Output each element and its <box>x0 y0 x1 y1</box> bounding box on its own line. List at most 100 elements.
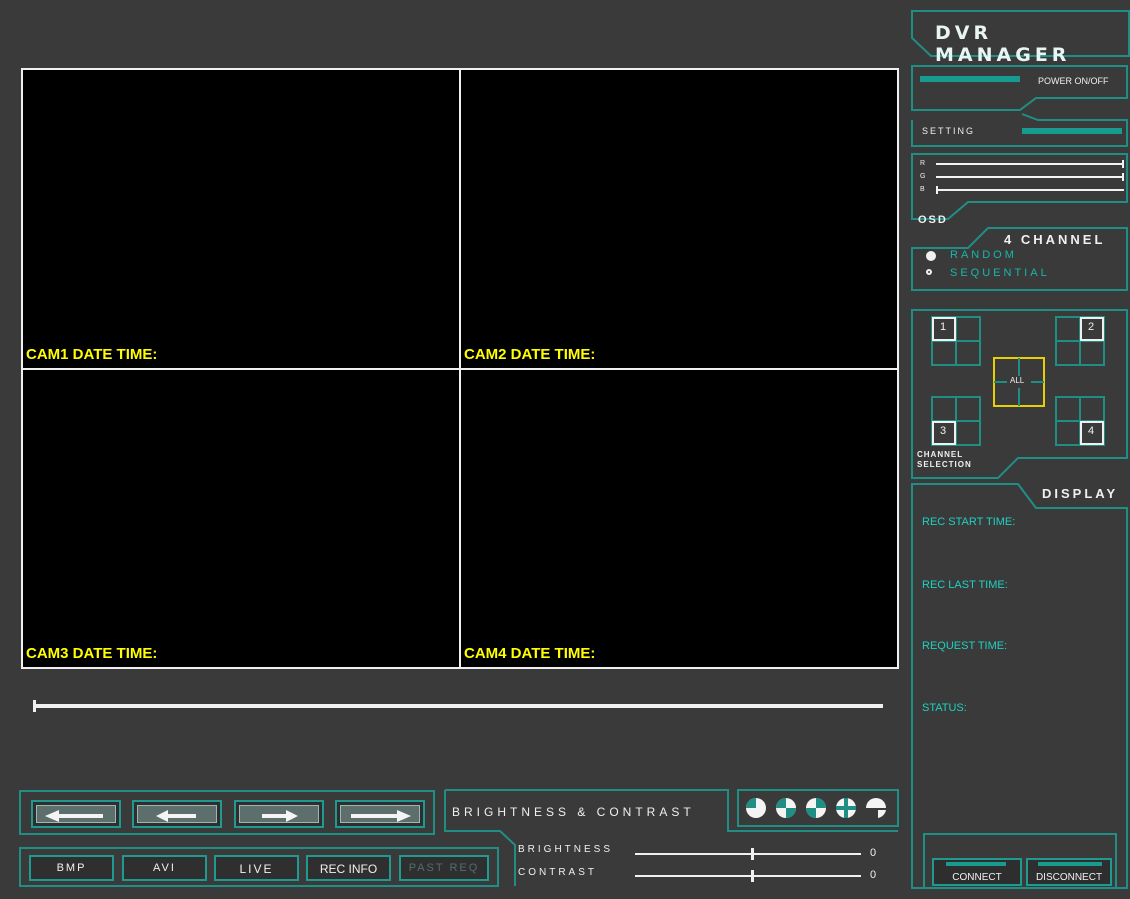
disconnect-button[interactable]: DISCONNECT <box>1026 858 1112 886</box>
brightness-label: BRIGHTNESS <box>518 844 614 855</box>
brightness-slider-thumb[interactable] <box>751 848 754 860</box>
connect-button-label: CONNECT <box>952 872 1002 883</box>
sequential-radio-dot <box>926 269 932 275</box>
preset-icons <box>743 796 895 822</box>
contrast-slider-track <box>635 875 861 877</box>
brightness-contrast-label: BRIGHTNESS & CONTRAST <box>452 805 695 819</box>
avi-button[interactable]: AVI <box>122 855 207 881</box>
osd-r-slider-thumb[interactable] <box>1122 160 1124 168</box>
sequential-radio-label: SEQUENTIAL <box>950 267 1050 279</box>
seek-handle[interactable] <box>33 700 36 712</box>
connect-button[interactable]: CONNECT <box>932 858 1022 886</box>
osd-r-slider[interactable] <box>936 160 1124 168</box>
fast-forward-icon-bar <box>351 814 397 818</box>
fast-forward-button[interactable] <box>335 800 425 828</box>
channel-3-button[interactable]: 3 <box>931 396 981 446</box>
channel-4-label: 4 <box>1088 425 1095 437</box>
contrast-value: 0 <box>870 869 877 881</box>
camera-view-2[interactable]: CAM2 DATE TIME: <box>461 70 897 368</box>
title-tab: DVR MANAGER <box>911 10 1130 66</box>
fast-forward-icon <box>397 810 411 822</box>
channel-4-quad-icon <box>1055 396 1105 446</box>
preset-circle-2-icon[interactable] <box>776 798 796 818</box>
channel-2-button[interactable]: 2 <box>1055 316 1105 366</box>
channel-mode-title: 4 CHANNEL <box>1004 232 1106 247</box>
preset-circle-1-icon[interactable] <box>746 798 766 818</box>
disconnect-indicator-bar <box>1038 862 1102 866</box>
live-button[interactable]: LIVE <box>214 855 299 881</box>
brightness-slider-track <box>635 853 861 855</box>
cam3-datetime-label: CAM3 DATE TIME: <box>26 645 158 662</box>
osd-label: OSD <box>918 214 948 226</box>
dvr-manager-window: DVR MANAGER CAM1 DATE TIME: CAM2 DATE TI… <box>0 0 1130 899</box>
play-button[interactable] <box>234 800 324 828</box>
camera-view-1[interactable]: CAM1 DATE TIME: <box>23 70 459 368</box>
bmp-button-label: BMP <box>56 862 87 874</box>
transport-controls <box>19 790 435 835</box>
power-toggle-label[interactable]: POWER ON/OFF <box>1038 76 1109 86</box>
setting-label[interactable]: SETTING <box>922 126 975 136</box>
fast-rewind-icon-bar <box>57 814 103 818</box>
live-button-label: LIVE <box>239 862 274 876</box>
rec-start-time-label: REC START TIME: <box>922 516 1016 528</box>
osd-b-slider-thumb[interactable] <box>936 186 938 194</box>
playback-seek-bar[interactable] <box>33 700 883 712</box>
rec-last-time-label: REC LAST TIME: <box>922 579 1008 591</box>
channel-1-label: 1 <box>940 321 947 333</box>
bmp-button[interactable]: BMP <box>29 855 114 881</box>
cam4-datetime-label: CAM4 DATE TIME: <box>464 645 596 662</box>
power-indicator-bar <box>920 76 1020 82</box>
channel-3-label: 3 <box>940 425 947 437</box>
osd-r-label: R <box>920 160 926 167</box>
contrast-slider[interactable] <box>635 870 861 882</box>
function-buttons: BMP AVI LIVE REC INFO PAST REQ <box>19 847 499 887</box>
fast-rewind-button[interactable] <box>31 800 121 828</box>
request-time-label: REQUEST TIME: <box>922 640 1008 652</box>
play-icon-bar <box>262 814 286 818</box>
disconnect-button-label: DISCONNECT <box>1035 872 1103 883</box>
channel-3-quad-icon <box>931 396 981 446</box>
right-panel: POWER ON/OFF SETTING R G B OSD 4 CHANNEL… <box>908 62 1130 892</box>
display-title: DISPLAY <box>1042 486 1119 501</box>
random-radio[interactable]: RANDOM <box>926 249 1106 263</box>
contrast-slider-thumb[interactable] <box>751 870 754 882</box>
preset-circle-3-icon[interactable] <box>806 798 826 818</box>
brightness-contrast-panel: BRIGHTNESS & CONTRAST BRIGHTNESS CONTRAS… <box>440 788 900 888</box>
rewind-button[interactable] <box>132 800 222 828</box>
rec-info-button-label: REC INFO <box>319 862 378 876</box>
channel-4-button[interactable]: 4 <box>1055 396 1105 446</box>
random-radio-dot <box>926 251 936 261</box>
channel-1-quad-icon <box>931 316 981 366</box>
brightness-value: 0 <box>870 847 877 859</box>
channel-2-quad-icon <box>1055 316 1105 366</box>
connect-indicator-bar <box>946 862 1006 866</box>
camera-grid: CAM1 DATE TIME: CAM2 DATE TIME: CAM3 DAT… <box>21 68 899 669</box>
setting-indicator-bar <box>1022 128 1122 134</box>
avi-button-label: AVI <box>153 862 176 874</box>
osd-g-slider[interactable] <box>936 173 1124 181</box>
brightness-slider[interactable] <box>635 848 861 860</box>
channel-all-button[interactable]: ALL <box>993 357 1045 407</box>
app-title: DVR MANAGER <box>935 22 1071 66</box>
osd-b-slider-track <box>936 189 1124 191</box>
sequential-radio[interactable]: SEQUENTIAL <box>926 267 1106 281</box>
camera-view-3[interactable]: CAM3 DATE TIME: <box>23 370 459 667</box>
channel-2-label: 2 <box>1088 321 1095 333</box>
channel-1-button[interactable]: 1 <box>931 316 981 366</box>
osd-g-slider-thumb[interactable] <box>1122 173 1124 181</box>
cam2-datetime-label: CAM2 DATE TIME: <box>464 346 596 363</box>
osd-g-slider-track <box>936 176 1124 178</box>
seek-track <box>33 704 883 708</box>
osd-b-slider[interactable] <box>936 186 1124 194</box>
camera-view-4[interactable]: CAM4 DATE TIME: <box>461 370 897 667</box>
rewind-icon-bar <box>166 814 196 818</box>
channel-selection-title-line2: SELECTION <box>917 460 972 469</box>
rec-info-button[interactable]: REC INFO <box>306 855 391 881</box>
osd-g-label: G <box>920 173 926 180</box>
play-icon <box>286 810 298 822</box>
preset-circle-4-icon[interactable] <box>836 798 856 818</box>
preset-circle-5-icon[interactable] <box>866 798 886 818</box>
contrast-label: CONTRAST <box>518 867 597 878</box>
channel-all-label: ALL <box>1010 376 1025 385</box>
channel-selection-title-line1: CHANNEL <box>917 450 964 459</box>
